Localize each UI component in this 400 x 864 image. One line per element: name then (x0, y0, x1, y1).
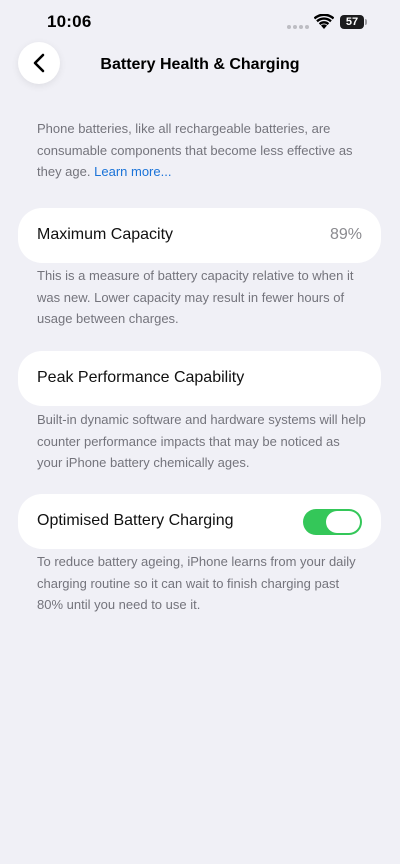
toggle-knob (326, 511, 360, 533)
wifi-icon (314, 14, 334, 29)
optimised-charging-toggle[interactable] (303, 509, 362, 535)
peak-performance-description: Built-in dynamic software and hardware s… (37, 412, 366, 470)
intro-text: Phone batteries, like all rechargeable b… (37, 121, 353, 179)
signal-dots-icon (287, 25, 309, 29)
peak-performance-row[interactable]: Peak Performance Capability (18, 351, 381, 406)
peak-performance-label: Peak Performance Capability (37, 369, 245, 386)
maximum-capacity-label: Maximum Capacity (37, 226, 174, 243)
battery-icon: 57 (340, 15, 368, 29)
status-bar: 10:06 57 (0, 0, 400, 44)
maximum-capacity-description: This is a measure of battery capacity re… (37, 268, 354, 326)
maximum-capacity-row: Maximum Capacity 89% (18, 208, 381, 263)
maximum-capacity-value: 89% (329, 226, 362, 243)
status-time: 10:06 (47, 12, 92, 31)
intro-description: Phone batteries, like all rechargeable b… (37, 118, 366, 183)
page-title: Battery Health & Charging (100, 56, 300, 73)
optimised-charging-description: To reduce battery ageing, iPhone learns … (37, 554, 356, 612)
navigation-bar: Battery Health & Charging (0, 42, 400, 90)
optimised-charging-label: Optimised Battery Charging (37, 512, 234, 529)
learn-more-link[interactable]: Learn more... (94, 164, 171, 179)
battery-level: 57 (340, 15, 364, 29)
optimised-charging-row: Optimised Battery Charging (18, 494, 381, 549)
